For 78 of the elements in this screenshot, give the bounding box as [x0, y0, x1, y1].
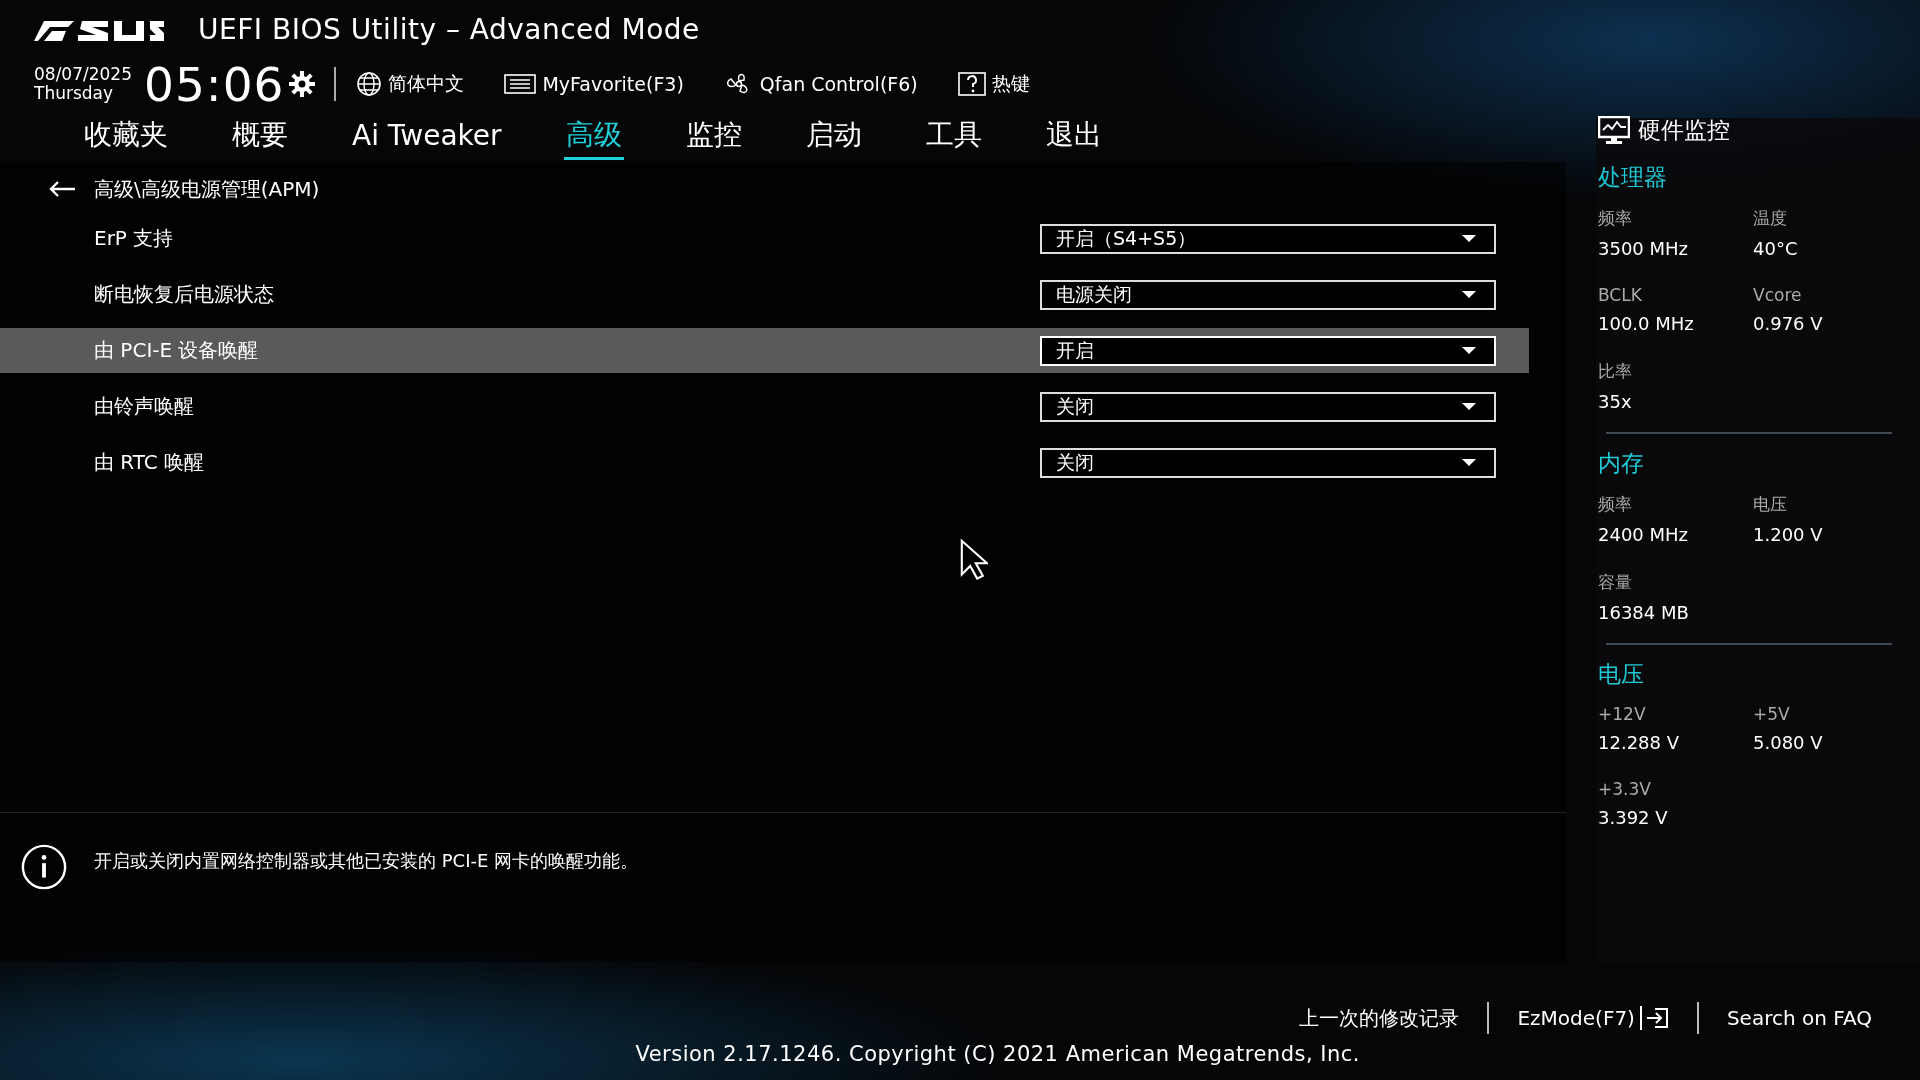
setting-label: 由铃声唤醒	[94, 393, 194, 420]
dropdown[interactable]: 开启（S4+S5）	[1040, 223, 1496, 254]
menu-tab[interactable]: Ai Tweaker	[350, 114, 504, 158]
stat-label: 温度	[1753, 207, 1788, 230]
dropdown[interactable]: 关闭	[1040, 447, 1496, 478]
section-title: 处理器	[1598, 163, 1668, 192]
setting-label: 断电恢复后电源状态	[94, 281, 274, 308]
stat-label: 容量	[1598, 571, 1633, 594]
stat-label: +3.3V	[1598, 779, 1652, 799]
menu-tab[interactable]: 高级	[563, 112, 624, 160]
menu-tab[interactable]: 工具	[923, 112, 984, 160]
stat-value: 12.288 V	[1598, 732, 1681, 753]
stat-value: 3.392 V	[1598, 807, 1669, 828]
exit-icon	[1638, 1006, 1669, 1030]
back-arrow-icon[interactable]	[48, 180, 76, 198]
stat-value: 40°C	[1753, 238, 1799, 259]
help-text: 开启或关闭内置网络控制器或其他已安装的 PCI-E 网卡的唤醒功能。	[94, 849, 639, 873]
menu-tab[interactable]: 退出	[1043, 112, 1104, 160]
mouse-pointer-icon	[958, 538, 988, 580]
settings-icon	[288, 70, 317, 98]
date-text: 08/07/2025	[34, 65, 132, 84]
dropdown[interactable]: 电源关闭	[1040, 279, 1496, 310]
stat-value: 100.0 MHz	[1598, 313, 1695, 334]
info-icon	[20, 843, 68, 891]
stat-value: 0.976 V	[1753, 313, 1824, 334]
stat-label: 比率	[1598, 360, 1633, 383]
stat-label: 频率	[1598, 493, 1633, 516]
stat-value: 5.080 V	[1753, 732, 1824, 753]
menu-tab[interactable]: 监控	[683, 112, 744, 160]
footer-link[interactable]: EzMode(F7)	[1489, 1006, 1697, 1030]
setting-row[interactable]: 由 RTC 唤醒 关闭	[0, 440, 1529, 485]
stat-label: Vcore	[1753, 285, 1803, 305]
logo-icon	[34, 19, 164, 43]
caret-icon	[1462, 235, 1476, 242]
caret-icon	[1462, 459, 1476, 466]
stat-value: 2400 MHz	[1598, 524, 1690, 545]
breadcrumb: 高级\高级电源管理(APM)	[94, 175, 320, 203]
stat-label: +12V	[1598, 704, 1647, 724]
stat-label: BCLK	[1598, 285, 1643, 305]
setting-row[interactable]: 断电恢复后电源状态 电源关闭	[0, 272, 1529, 317]
caret-icon	[1462, 291, 1476, 298]
setting-label: ErP 支持	[94, 225, 174, 252]
stat-label: 频率	[1598, 207, 1633, 230]
stat-value: 16384 MB	[1598, 602, 1690, 623]
toolbar-button[interactable]: 热键	[957, 71, 1030, 97]
setting-row[interactable]: 由 PCI-E 设备唤醒 开启	[0, 328, 1529, 373]
stat-value: 3500 MHz	[1598, 238, 1690, 259]
setting-row[interactable]: ErP 支持 开启（S4+S5）	[0, 216, 1529, 261]
panel-title: 硬件监控	[1638, 115, 1730, 145]
setting-label: 由 RTC 唤醒	[94, 449, 205, 476]
stat-value: 1.200 V	[1753, 524, 1824, 545]
clock-time: 05:06	[144, 56, 285, 112]
dropdown[interactable]: 关闭	[1040, 391, 1496, 422]
window-title: UEFI BIOS Utility – Advanced Mode	[198, 12, 700, 46]
setting-label: 由 PCI-E 设备唤醒	[94, 337, 259, 364]
section-title: 内存	[1598, 449, 1645, 478]
toolbar-button[interactable]: MyFavorite(F3)	[504, 72, 684, 96]
menu-tab[interactable]: 启动	[803, 112, 864, 160]
question-mark-icon	[957, 72, 986, 96]
stat-value: 35x	[1598, 391, 1633, 412]
stat-label: +5V	[1753, 704, 1791, 724]
caret-icon	[1462, 403, 1476, 410]
list-icon	[504, 72, 537, 96]
version-text: Version 2.17.1246. Copyright (C) 2021 American Megatrends, Inc.	[635, 1042, 1360, 1066]
menu-tab[interactable]: 概要	[230, 112, 290, 160]
footer-link[interactable]: Search on FAQ	[1698, 1006, 1900, 1030]
footer-link[interactable]: 上一次的修改记录	[1271, 1004, 1488, 1032]
globe-icon	[356, 71, 383, 97]
menu-tab[interactable]: 收藏夹	[82, 112, 170, 160]
caret-icon	[1462, 347, 1476, 354]
toolbar-button[interactable]: Qfan Control(F6)	[723, 71, 918, 97]
weekday-text: Thursday	[34, 84, 115, 103]
setting-row[interactable]: 由铃声唤醒 关闭	[0, 384, 1529, 429]
section-title: 电压	[1598, 660, 1645, 689]
dropdown[interactable]: 开启	[1040, 335, 1496, 366]
toolbar-button[interactable]: 简体中文	[356, 71, 465, 97]
stat-label: 电压	[1753, 493, 1788, 516]
monitor-icon	[1598, 116, 1630, 144]
